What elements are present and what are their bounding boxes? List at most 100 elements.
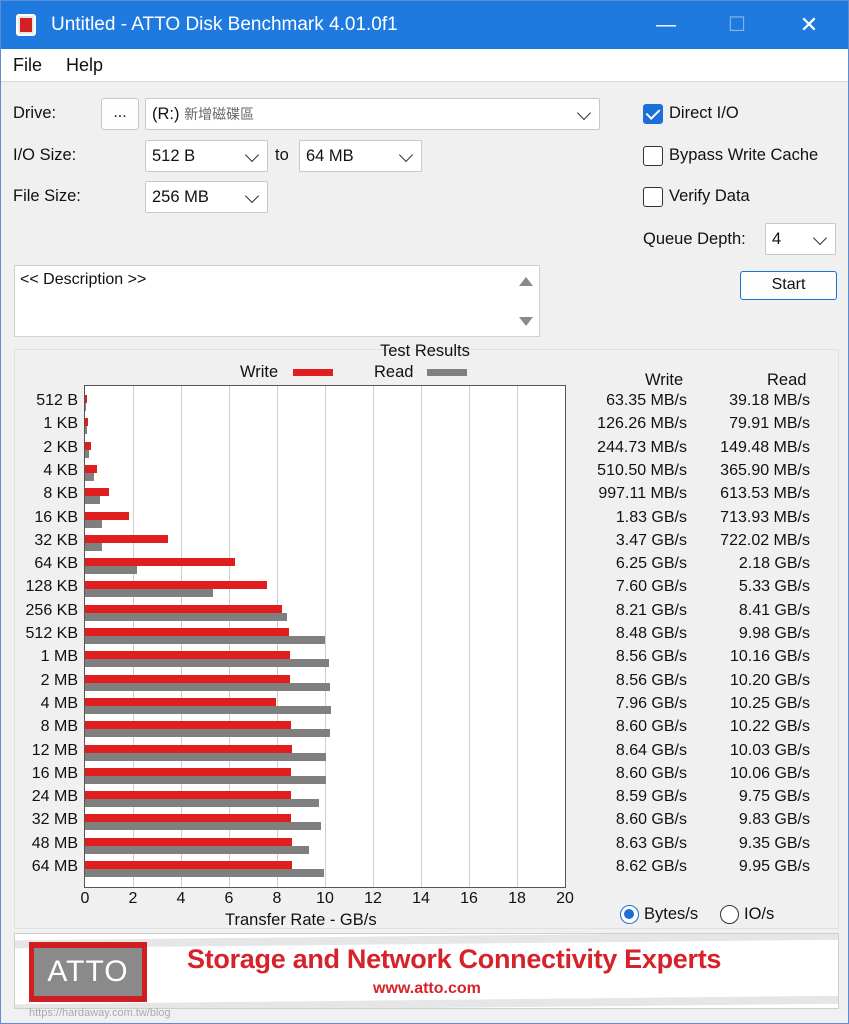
y-tick-label: 2 MB	[40, 671, 78, 689]
y-tick-label: 64 MB	[31, 858, 78, 875]
read-bar	[85, 519, 103, 528]
minimize-button[interactable]: —	[646, 9, 686, 41]
write-bar	[85, 628, 289, 636]
read-value-label: 722.02 MB/s	[720, 531, 810, 549]
drive-select[interactable]: (R:) 新增磁碟區	[145, 98, 600, 130]
results-title: Test Results	[380, 342, 470, 360]
read-value-label: 9.75 GB/s	[738, 788, 810, 806]
write-value-label: 1.83 GB/s	[615, 508, 687, 526]
file-size-select[interactable]: 256 MB	[145, 181, 268, 213]
app-window: Untitled - ATTO Disk Benchmark 4.01.0f1 …	[0, 0, 849, 1024]
title-bar: Untitled - ATTO Disk Benchmark 4.01.0f1 …	[1, 1, 848, 49]
y-tick-label: 2 KB	[43, 438, 78, 456]
read-value-label: 365.90 MB/s	[720, 461, 810, 479]
x-tick-label: 12	[364, 890, 382, 907]
io-size-from-select[interactable]: 512 B	[145, 140, 268, 172]
write-bar	[85, 721, 292, 730]
menu-file[interactable]: File	[13, 55, 42, 76]
chevron-down-icon	[812, 230, 828, 246]
chevron-down-icon	[576, 105, 592, 121]
write-value-label: 63.35 MB/s	[606, 392, 687, 409]
app-icon	[16, 14, 36, 36]
read-value-label: 713.93 MB/s	[720, 508, 810, 526]
write-value-label: 8.48 GB/s	[615, 625, 687, 642]
y-tick-label: 512 B	[36, 392, 78, 409]
scroll-down-arrow-icon[interactable]	[519, 317, 533, 326]
write-value-label: 8.63 GB/s	[615, 834, 687, 852]
description-scrollbar[interactable]	[513, 266, 539, 336]
queue-depth-label: Queue Depth:	[643, 230, 746, 248]
read-bar	[85, 566, 138, 575]
maximize-button[interactable]: ☐	[717, 9, 757, 41]
read-bar	[85, 589, 213, 598]
write-value-label: 7.96 GB/s	[615, 694, 687, 712]
write-bar	[85, 441, 91, 450]
browse-drive-button[interactable]: ...	[101, 98, 139, 130]
banner-website-link[interactable]: www.atto.com	[373, 980, 481, 998]
write-bar	[85, 791, 292, 800]
read-bar	[85, 612, 287, 621]
read-bar	[85, 682, 330, 691]
watermark-text: https://hardaway.com.tw/blog	[29, 1007, 171, 1019]
atto-banner[interactable]: ATTO Storage and Network Connectivity Ex…	[14, 933, 839, 1009]
checkbox-icon[interactable]	[643, 187, 663, 207]
write-value-label: 8.64 GB/s	[615, 741, 687, 759]
y-tick-label: 24 MB	[31, 788, 78, 806]
read-bar	[85, 775, 327, 784]
write-value-label: 8.59 GB/s	[615, 788, 687, 806]
write-bar	[85, 674, 291, 683]
x-tick-label: 0	[80, 890, 90, 907]
write-bar	[85, 604, 283, 613]
scroll-up-arrow-icon[interactable]	[519, 277, 533, 286]
gridline	[517, 386, 518, 887]
read-value-label: 149.48 MB/s	[720, 438, 810, 456]
radio-selected-icon[interactable]	[620, 905, 639, 924]
write-column-header: Write	[645, 371, 684, 389]
y-tick-label: 48 MB	[31, 834, 78, 852]
read-value-label: 10.16 GB/s	[729, 648, 810, 666]
gridline	[373, 386, 374, 887]
read-bar	[85, 705, 331, 714]
read-bar	[85, 869, 324, 877]
io-size-to-select[interactable]: 64 MB	[299, 140, 422, 172]
write-value-label: 8.56 GB/s	[615, 648, 687, 666]
io-size-from-value: 512 B	[152, 147, 196, 165]
menu-help[interactable]: Help	[66, 55, 103, 76]
y-tick-label: 32 KB	[34, 531, 78, 549]
write-bar	[85, 814, 292, 823]
checkbox-icon[interactable]	[643, 146, 663, 166]
write-bar	[85, 837, 293, 846]
radio-icon[interactable]	[720, 905, 739, 924]
read-bar	[85, 542, 103, 551]
write-bar	[85, 534, 169, 543]
read-bar	[85, 496, 100, 505]
drive-letter: (R:)	[152, 105, 180, 123]
bypass-write-cache-label: Bypass Write Cache	[669, 146, 819, 164]
read-bar	[85, 426, 87, 435]
write-bar	[85, 418, 89, 427]
read-bar	[85, 799, 319, 808]
read-bar	[85, 752, 326, 761]
start-button[interactable]: Start	[740, 271, 837, 300]
write-value-label: 7.60 GB/s	[615, 578, 687, 596]
close-button[interactable]: ✕	[789, 9, 829, 41]
queue-depth-select[interactable]: 4	[765, 223, 836, 255]
x-tick-label: 8	[272, 890, 282, 907]
y-tick-label: 8 MB	[40, 718, 78, 736]
atto-logo-text: ATTO	[34, 948, 142, 996]
checkbox-checked-icon[interactable]	[643, 104, 663, 124]
y-tick-label: 12 MB	[31, 741, 78, 759]
write-bar	[85, 395, 87, 403]
write-bar	[85, 767, 292, 776]
drive-volume-name: 新增磁碟區	[184, 106, 255, 122]
y-tick-label: 1 KB	[43, 415, 78, 433]
description-textarea[interactable]: << Description >>	[14, 265, 540, 337]
io-per-second-label: IO/s	[744, 905, 775, 923]
y-tick-label: 128 KB	[25, 578, 78, 596]
legend-read-swatch	[427, 369, 467, 376]
verify-data-label: Verify Data	[669, 187, 750, 205]
x-tick-label: 18	[508, 890, 526, 907]
io-size-to-label: to	[275, 146, 289, 164]
read-value-label: 79.91 MB/s	[729, 415, 810, 433]
bytes-per-second-label: Bytes/s	[644, 905, 699, 923]
